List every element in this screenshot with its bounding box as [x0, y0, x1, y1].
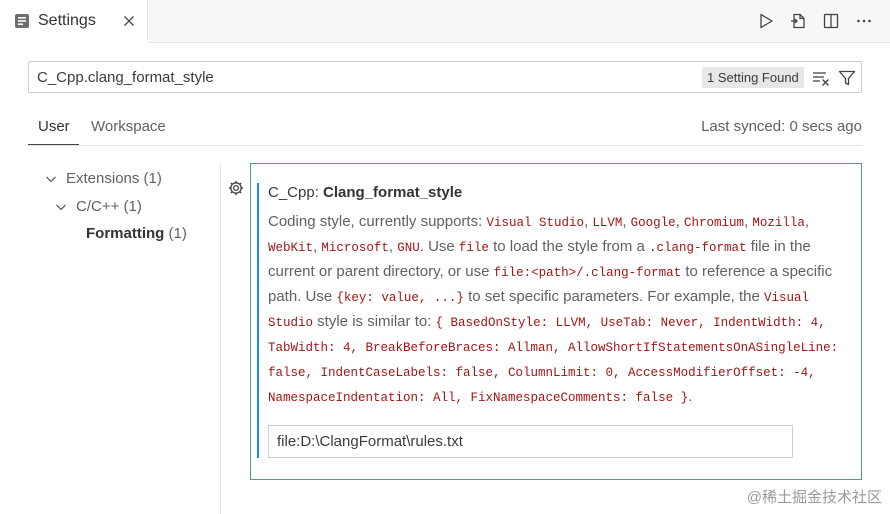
toc-label: C/C++	[76, 198, 120, 215]
inline-code: WebKit	[268, 241, 314, 255]
toc-count: (1)	[143, 170, 162, 187]
toc-count: (1)	[168, 225, 187, 242]
tab-title: Settings	[38, 12, 96, 29]
inline-code: file:<path>/.clang-format	[493, 266, 682, 280]
setting-title: C_Cpp: Clang_format_style	[268, 184, 462, 201]
scope-divider	[28, 145, 862, 146]
inline-code: {key: value, ...}	[336, 291, 464, 305]
close-icon[interactable]	[121, 13, 137, 29]
inline-code: Visual Studio	[486, 216, 584, 230]
inline-code: Microsoft	[321, 241, 389, 255]
chevron-down-icon	[46, 176, 56, 183]
watermark: @稀土掘金技术社区	[746, 489, 882, 506]
more-icon[interactable]	[855, 12, 873, 30]
tab-active-indicator	[0, 40, 148, 42]
inline-code: GNU	[397, 241, 420, 255]
toc-label: Formatting	[86, 225, 165, 242]
tab-workspace[interactable]: Workspace	[91, 118, 166, 135]
clear-filter-icon[interactable]	[811, 68, 831, 88]
gear-icon[interactable]	[227, 179, 245, 197]
result-count-badge: 1 Setting Found	[702, 67, 804, 88]
description-text: style is similar to:	[313, 313, 436, 330]
open-json-icon[interactable]	[789, 12, 807, 30]
inline-code: LLVM	[592, 216, 623, 230]
inline-code: Google	[630, 216, 676, 230]
setting-name: Clang_format_style	[323, 184, 463, 201]
description-text: .	[688, 388, 693, 405]
description-text: to load the style from a	[488, 238, 650, 255]
toc-divider	[220, 164, 221, 514]
description-text: ,	[622, 213, 631, 230]
tab-user[interactable]: User	[38, 118, 70, 135]
description-text: ,	[804, 213, 810, 230]
setting-item-clang-format-style: C_Cpp: Clang_format_style Coding style, …	[250, 163, 862, 480]
toc-count: (1)	[123, 198, 142, 215]
modified-indicator-bar	[257, 183, 259, 458]
inline-code: Mozilla	[752, 216, 805, 230]
toc-item-extensions[interactable]: Extensions (1)	[44, 170, 162, 187]
setting-description: Coding style, currently supports: Visual…	[268, 210, 848, 410]
run-icon[interactable]	[757, 12, 775, 30]
description-text: ,	[675, 213, 685, 230]
settings-tab[interactable]: Settings	[0, 0, 148, 43]
filter-icon[interactable]	[837, 68, 857, 88]
inline-code: .clang-format	[649, 241, 747, 255]
settings-search-box: 1 Setting Found	[28, 61, 862, 93]
setting-value-input[interactable]	[268, 425, 793, 458]
last-synced-status: Last synced: 0 secs ago	[701, 118, 862, 135]
editor-tab-bar: Settings	[0, 0, 890, 43]
toc-item-formatting[interactable]: Formatting (1)	[86, 225, 187, 242]
split-editor-icon[interactable]	[822, 12, 840, 30]
search-input[interactable]	[37, 62, 697, 92]
toc-label: Extensions	[66, 170, 140, 187]
description-text: . Use	[419, 238, 459, 255]
settings-file-icon	[15, 14, 29, 28]
inline-code: file	[458, 241, 489, 255]
inline-code: Chromium	[684, 216, 745, 230]
description-text: to set specific parameters. For example,…	[463, 288, 765, 305]
chevron-down-icon	[56, 204, 66, 211]
toc-item-cpp[interactable]: C/C++ (1)	[54, 198, 142, 215]
setting-category: C_Cpp:	[268, 184, 319, 201]
description-text: Coding style, currently supports:	[268, 213, 487, 230]
description-text: ,	[388, 238, 398, 255]
